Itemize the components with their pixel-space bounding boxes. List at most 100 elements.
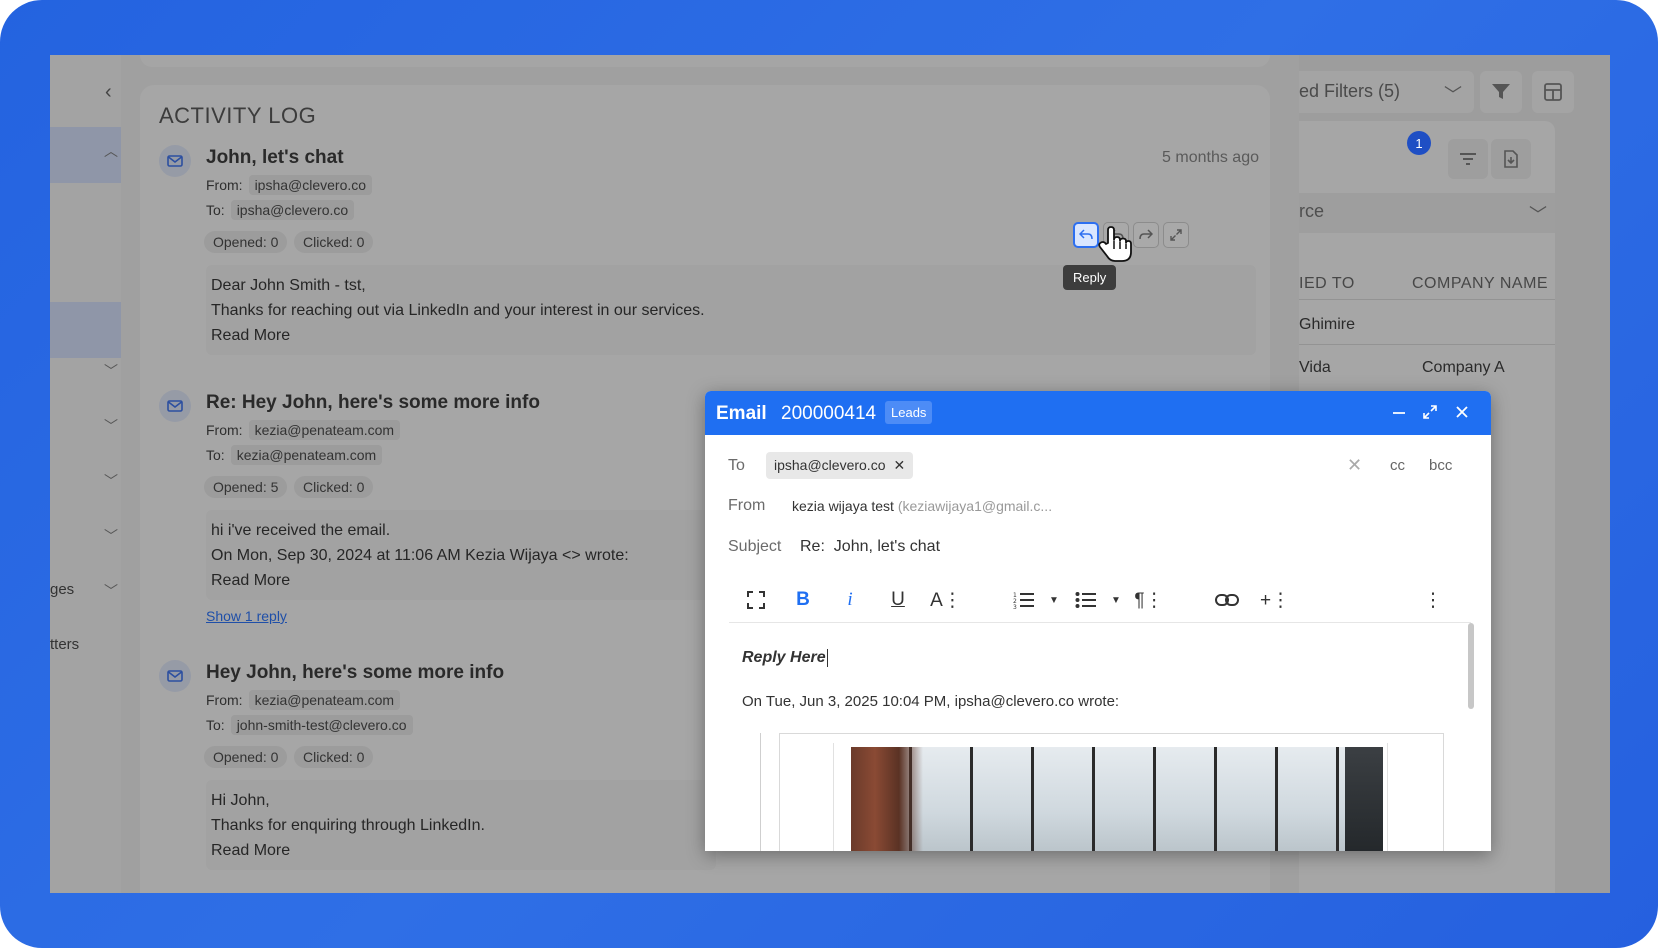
body-line: Thanks for enquiring through LinkedIn. [211,817,485,834]
hand-cursor-icon [1098,225,1132,268]
filter-label: ed Filters (5) [1299,81,1401,101]
ordered-list-icon[interactable]: 123 [1011,587,1037,613]
quote-border [760,733,761,851]
entry-subject[interactable]: Re: Hey John, here's some more info [206,392,540,414]
italic-icon[interactable]: i [837,587,863,613]
expand-button[interactable] [1163,222,1189,248]
more-icon[interactable]: ⋮ [1420,587,1446,613]
collapse-chevron-icon[interactable]: ‹ [105,81,112,104]
filter-list-button[interactable] [1448,139,1488,179]
layout-grid-button[interactable] [1532,71,1574,113]
record-type-tag: Leads [885,401,933,424]
to-label: To: [206,202,225,218]
entry-body: hi i've received the email. On Mon, Sep … [206,510,716,600]
row-divider [1299,344,1555,345]
chevron-down-icon[interactable]: ﹀ [104,581,118,601]
fullscreen-icon[interactable] [743,587,769,613]
bold-icon[interactable]: B [790,587,816,613]
editor-text[interactable]: Reply Here [742,649,828,667]
font-size-icon[interactable]: A⋮ [930,587,962,613]
from-chip: ipsha@clevero.co [248,175,373,195]
caret-down-icon[interactable]: ▼ [1103,587,1129,613]
email-composer: Email 200000414 Leads To ipsha@clevero.c… [705,391,1491,851]
column-header-company[interactable]: COMPANY NAME [1412,275,1548,293]
unordered-list-icon[interactable] [1073,587,1099,613]
sidebar-item-label[interactable]: ges [50,581,74,598]
entry-to: To: john-smith-test@clevero.co [206,715,413,735]
mail-icon [159,390,191,422]
export-button[interactable] [1491,139,1531,179]
to-label: To: [206,447,225,463]
entry-from: From: kezia@penateam.com [206,420,401,440]
remove-recipient-icon[interactable]: ✕ [894,457,906,473]
subject-input[interactable]: Re: John, let's chat [800,538,940,556]
saved-filters-dropdown[interactable]: ed Filters (5) ﹀ [1299,71,1474,113]
quote-header: On Tue, Jun 3, 2025 10:04 PM, ipsha@clev… [742,693,1120,710]
underline-icon[interactable]: U [885,587,911,613]
sidebar-item-selected[interactable] [50,302,121,358]
clear-recipients-icon[interactable]: ✕ [1347,455,1362,476]
show-reply-link[interactable]: Show 1 reply [206,608,287,624]
clicked-stat: Clicked: 0 [294,231,374,253]
activity-log-title: ACTIVITY LOG [159,103,317,128]
entry-body: Hi John, Thanks for enquiring through Li… [206,780,716,870]
editor-scrollbar[interactable] [1468,623,1474,709]
caret-down-icon[interactable]: ▼ [1041,587,1067,613]
composer-title: Email [716,403,767,424]
from-chip: kezia@penateam.com [248,690,401,710]
entry-from: From: ipsha@clevero.co [206,175,373,195]
filter-button[interactable] [1480,71,1522,113]
quoted-email-image [851,747,1383,851]
forward-button[interactable] [1133,222,1159,248]
sidebar-item-label[interactable]: tters [50,636,79,653]
close-icon[interactable] [1452,402,1472,422]
read-more-link[interactable]: Read More [211,838,711,863]
entry-subject[interactable]: John, let's chat [206,147,344,169]
clicked-stat: Clicked: 0 [294,476,374,498]
editor-toolbar: B i U A⋮ 123 ▼ ▼ ¶⋮ +⋮ ⋮ [705,577,1491,623]
body-line: On Mon, Sep 30, 2024 at 11:06 AM Kezia W… [211,547,629,564]
maximize-icon[interactable] [1420,402,1440,422]
chevron-down-icon[interactable]: ﹀ [104,416,118,436]
recipient-email: ipsha@clevero.co [774,457,886,473]
mail-icon [159,145,191,177]
composer-header: Email 200000414 Leads [705,391,1491,435]
mail-icon [159,660,191,692]
sidebar-item-active[interactable]: ︿ [50,127,121,183]
quoted-email-image-edge [1345,747,1383,851]
from-select[interactable]: kezia wijaya test (keziawijaya1@gmail.c.… [792,498,1052,514]
chevron-down-icon: ﹀ [1529,205,1547,225]
from-label: From: [206,422,243,438]
read-more-link[interactable]: Read More [211,568,711,593]
source-select[interactable]: rce ﹀ [1299,193,1555,233]
row-divider [1299,299,1555,300]
cell-assigned: Vida [1299,359,1331,376]
body-line: Hi John, [211,792,270,809]
email-editor[interactable]: Reply Here On Tue, Jun 3, 2025 10:04 PM,… [705,623,1491,851]
body-line: Thanks for reaching out via LinkedIn and… [211,302,705,319]
sidebar: ‹ ︿ ﹀ ﹀ ﹀ ﹀ ges ﹀ tters [50,55,121,893]
entry-time: 5 months ago [1162,149,1259,166]
to-label: To: [206,717,225,733]
entry-subject[interactable]: Hey John, here's some more info [206,662,504,684]
window-frame: ‹ ︿ ﹀ ﹀ ﹀ ﹀ ges ﹀ tters ACTIVITY LOG Joh… [0,0,1658,948]
link-icon[interactable] [1214,587,1240,613]
chevron-down-icon[interactable]: ﹀ [104,526,118,546]
read-more-link[interactable]: Read More [211,323,1251,348]
record-number: 200000414 [781,403,877,424]
cell-company: Company A [1422,359,1505,376]
cc-button[interactable]: cc [1390,457,1405,474]
chevron-down-icon[interactable]: ﹀ [104,361,118,381]
bcc-button[interactable]: bcc [1429,457,1452,474]
insert-icon[interactable]: +⋮ [1260,587,1290,613]
reply-button[interactable] [1073,222,1099,248]
column-header-assigned[interactable]: IED TO [1299,275,1355,293]
from-name: kezia wijaya test [792,498,894,514]
opened-stat: Opened: 0 [204,231,288,253]
chevron-down-icon[interactable]: ﹀ [104,471,118,491]
reply-tooltip: Reply [1063,265,1117,290]
from-label: From [728,497,766,514]
minimize-icon[interactable] [1389,402,1409,422]
recipient-chip[interactable]: ipsha@clevero.co ✕ [766,452,914,479]
paragraph-icon[interactable]: ¶⋮ [1134,587,1163,613]
